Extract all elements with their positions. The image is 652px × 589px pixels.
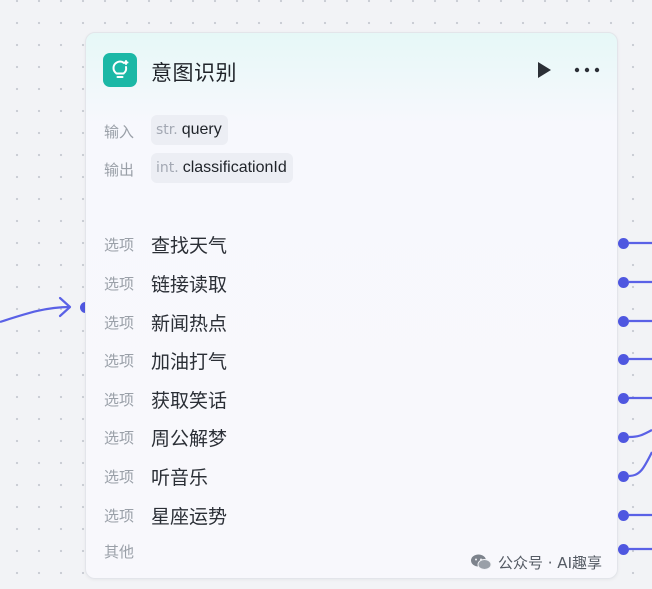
option-row[interactable]: 选项 链接读取 — [104, 270, 594, 296]
option-label: 选项 — [104, 507, 135, 525]
play-icon — [538, 62, 551, 78]
more-options-button[interactable] — [573, 61, 603, 79]
option-output-port[interactable] — [618, 510, 629, 521]
option-label: 选项 — [104, 429, 135, 447]
other-label: 其他 — [104, 543, 135, 561]
intent-recognition-node[interactable]: 意图识别 输入 str. query 输出 int. classificatio… — [85, 32, 618, 579]
option-label: 选项 — [104, 314, 135, 332]
option-label: 选项 — [104, 275, 135, 293]
other-output-port[interactable] — [618, 544, 629, 555]
output-type: int. — [156, 160, 179, 176]
node-header: 意图识别 — [103, 53, 601, 87]
watermark: 公众号 · AI趣享 — [470, 550, 602, 574]
input-type: str. — [156, 122, 178, 138]
option-text: 加油打气 — [151, 351, 228, 373]
option-output-port[interactable] — [618, 238, 629, 249]
wechat-icon — [471, 554, 492, 570]
option-text: 查找天气 — [151, 235, 228, 257]
node-title: 意图识别 — [151, 61, 237, 85]
option-row[interactable]: 选项 加油打气 — [104, 347, 594, 373]
output-name: classificationId — [182, 159, 287, 176]
output-label: 输出 — [104, 161, 135, 179]
option-output-port[interactable] — [618, 393, 629, 404]
option-text: 新闻热点 — [151, 313, 228, 335]
option-text: 获取笑话 — [151, 390, 228, 412]
input-label: 输入 — [104, 123, 135, 141]
input-name: query — [181, 121, 222, 138]
option-text: 听音乐 — [151, 467, 209, 489]
run-button[interactable] — [535, 61, 553, 79]
option-output-port[interactable] — [618, 432, 629, 443]
watermark-text: 公众号 · AI趣享 — [498, 553, 602, 572]
incoming-edge — [0, 305, 71, 324]
option-output-port[interactable] — [618, 471, 629, 482]
option-label: 选项 — [104, 352, 135, 370]
option-output-port[interactable] — [618, 354, 629, 365]
more-horizontal-icon — [574, 67, 600, 73]
incoming-edge-arrow — [58, 296, 72, 318]
option-output-port[interactable] — [618, 316, 629, 327]
option-row[interactable]: 选项 听音乐 — [104, 463, 594, 489]
option-row[interactable]: 选项 新闻热点 — [104, 309, 594, 335]
input-param-chip[interactable]: str. query — [151, 115, 228, 145]
output-param-chip[interactable]: int. classificationId — [151, 153, 293, 183]
option-label: 选项 — [104, 391, 135, 409]
option-row[interactable]: 选项 获取笑话 — [104, 386, 594, 412]
outgoing-edge — [628, 429, 652, 439]
option-text: 周公解梦 — [151, 428, 228, 450]
option-label: 选项 — [104, 468, 135, 486]
option-output-port[interactable] — [618, 277, 629, 288]
option-text: 星座运势 — [151, 506, 228, 528]
option-row[interactable]: 选项 星座运势 — [104, 502, 594, 528]
option-label: 选项 — [104, 236, 135, 254]
lightbulb-icon — [103, 53, 137, 87]
option-row[interactable]: 选项 周公解梦 — [104, 424, 594, 450]
option-row[interactable]: 选项 查找天气 — [104, 231, 594, 257]
option-text: 链接读取 — [151, 274, 228, 296]
outgoing-edge — [628, 451, 652, 478]
